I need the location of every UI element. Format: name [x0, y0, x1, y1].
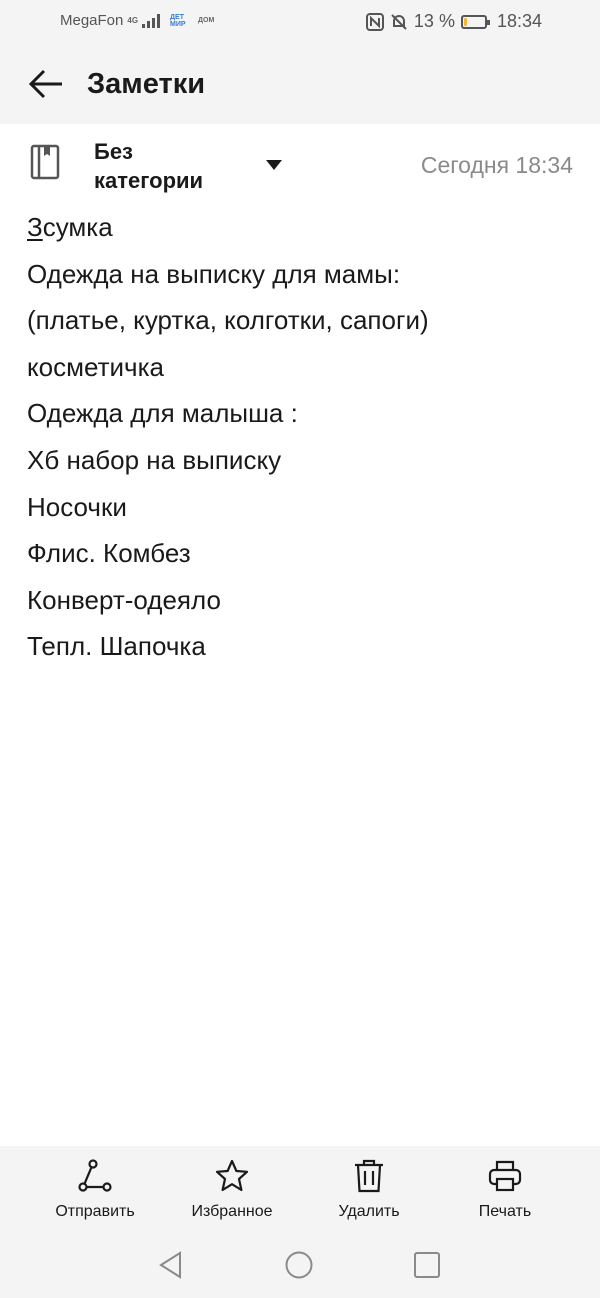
square-recents-icon: [414, 1252, 440, 1278]
note-date: Сегодня 18:34: [420, 152, 573, 178]
detmir-app-icon: ДЕТ МИР: [170, 13, 186, 28]
note-line: Конверт-одеяло: [27, 584, 221, 615]
favorite-label: Избранное: [191, 1203, 273, 1220]
nav-recents-button[interactable]: [412, 1250, 442, 1285]
network-type: 4G: [127, 15, 139, 25]
trash-icon: [355, 1159, 383, 1193]
share-button[interactable]: Отправить: [30, 1158, 160, 1221]
delete-label: Удалить: [338, 1203, 400, 1220]
arrow-left-icon: [28, 69, 62, 99]
battery-icon: [460, 14, 490, 29]
note-line: (платье, куртка, колготки, сапоги): [27, 305, 429, 336]
category-label-line1: Без: [94, 139, 133, 164]
share-icon: [78, 1159, 112, 1192]
bottom-toolbar: Отправить Избранное Удалить Печать: [0, 1146, 600, 1234]
carrier-name: MegaFon: [60, 12, 124, 29]
share-label: Отправить: [55, 1203, 135, 1220]
status-bar: MegaFon 4G ДЕТ МИР ДОМ 13 % 18:34: [0, 0, 600, 44]
text-cursor-char: З: [27, 212, 43, 242]
category-label-line2: категории: [94, 168, 204, 193]
system-nav-bar: [0, 1234, 600, 1298]
print-label: Печать: [478, 1203, 532, 1220]
note-editor[interactable]: Зсумка Одежда на выписку для мамы: (плат…: [27, 204, 587, 670]
note-line: Зсумка: [27, 204, 587, 251]
nav-back-button[interactable]: [156, 1250, 186, 1285]
delete-button[interactable]: Удалить: [304, 1158, 434, 1221]
circle-home-icon: [285, 1251, 313, 1279]
nfc-icon: [365, 12, 384, 31]
note-line: Носочки: [27, 491, 127, 522]
favorite-button[interactable]: Избранное: [167, 1158, 297, 1221]
back-button[interactable]: [22, 64, 66, 104]
note-line: Одежда на выписку для мамы:: [27, 258, 401, 289]
print-button[interactable]: Печать: [440, 1158, 570, 1221]
note-line: Одежда для малыша :: [27, 398, 298, 429]
triangle-back-icon: [159, 1251, 181, 1279]
caret-down-icon: [266, 160, 282, 170]
app-bar: Заметки: [0, 44, 600, 124]
dom-app-icon: ДОМ: [198, 17, 215, 24]
bell-muted-icon: [391, 13, 407, 30]
notebook-icon: [30, 144, 60, 180]
star-icon: [215, 1159, 249, 1192]
battery-percent: 13 %: [413, 11, 455, 31]
category-dropdown[interactable]: [262, 155, 286, 175]
note-line: косметичка: [27, 351, 164, 382]
printer-icon: [488, 1160, 522, 1192]
note-meta-row: Без категории Сегодня 18:34: [0, 124, 600, 206]
note-line: Тепл. Шапочка: [27, 631, 206, 662]
note-line: Хб набор на выписку: [27, 444, 282, 475]
note-line: Флис. Комбез: [27, 538, 191, 569]
category-selector[interactable]: Без категории: [94, 137, 254, 195]
note-line-rest: сумка: [42, 212, 113, 242]
nav-home-button[interactable]: [284, 1250, 314, 1285]
clock: 18:34: [496, 11, 542, 31]
page-title: Заметки: [87, 68, 206, 100]
signal-icon: [142, 13, 161, 28]
